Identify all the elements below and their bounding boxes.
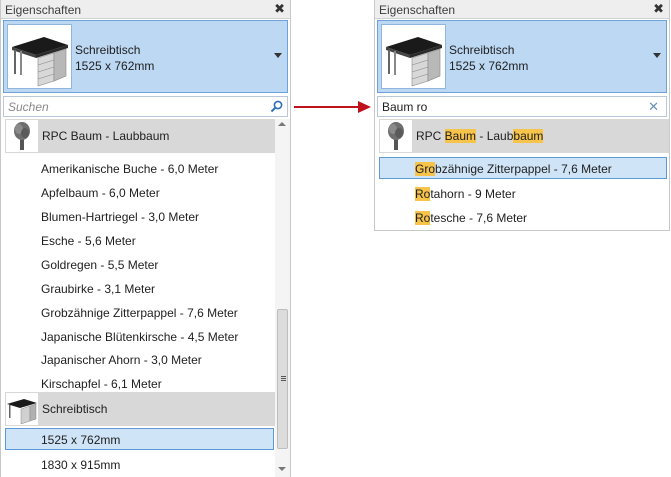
list-item[interactable]: Esche - 5,6 Meter bbox=[41, 234, 136, 248]
desk-thumbnail bbox=[7, 24, 72, 89]
list-item[interactable]: 1830 x 915mm bbox=[41, 458, 120, 472]
search-input[interactable] bbox=[382, 99, 622, 114]
group-label: RPC Baum - Laubbaum bbox=[42, 129, 170, 143]
list-item[interactable]: 1525 x 762mm bbox=[41, 433, 120, 447]
group-header-tree: RPC Baum - Laubbaum bbox=[379, 119, 669, 153]
scroll-thumb[interactable] bbox=[277, 309, 288, 449]
scroll-up-icon[interactable] bbox=[278, 122, 286, 126]
match-highlight: Baum bbox=[444, 129, 477, 143]
panel-titlebar: Eigenschaften ✖ bbox=[1, 0, 290, 19]
group-label: RPC Baum - Laubbaum bbox=[416, 129, 544, 143]
list-item[interactable]: Graubirke - 3,1 Meter bbox=[41, 282, 155, 296]
list-item[interactable]: Apfelbaum - 6,0 Meter bbox=[41, 186, 160, 200]
desk-icon bbox=[12, 37, 68, 87]
desk-thumbnail bbox=[381, 24, 446, 89]
vertical-scrollbar[interactable] bbox=[275, 119, 290, 477]
tree-thumbnail bbox=[380, 120, 412, 152]
properties-panel-right: Eigenschaften ✖ Schreibtisch 1525 x 762m… bbox=[374, 0, 670, 231]
search-input[interactable] bbox=[8, 99, 248, 114]
list-item[interactable]: Amerikanische Buche - 6,0 Meter bbox=[41, 162, 218, 176]
selector-name: Schreibtisch bbox=[449, 43, 515, 57]
properties-panel-left: Eigenschaften ✖ Schreibtisch 1525 x 762m… bbox=[0, 0, 291, 477]
arrow-right-icon bbox=[294, 101, 371, 113]
list-item[interactable]: Blumen-Hartriegel - 3,0 Meter bbox=[41, 210, 199, 224]
close-icon[interactable]: ✖ bbox=[274, 1, 285, 17]
match-highlight: Ro bbox=[415, 187, 431, 201]
list-item[interactable]: Japanischer Ahorn - 3,0 Meter bbox=[41, 353, 202, 367]
panel-title: Eigenschaften bbox=[5, 3, 82, 17]
group-header-desk: Schreibtisch bbox=[5, 392, 275, 426]
tree-thumbnail bbox=[6, 120, 38, 152]
dropdown-arrow-icon[interactable] bbox=[653, 53, 661, 58]
type-list: RPC Baum - Laubbaum Amerikanische Buche … bbox=[3, 119, 275, 477]
list-item[interactable]: Kirschapfel - 6,1 Meter bbox=[41, 377, 162, 391]
search-box[interactable]: ✕ bbox=[377, 96, 667, 117]
list-item[interactable]: Goldregen - 5,5 Meter bbox=[41, 258, 158, 272]
search-icon[interactable] bbox=[270, 100, 283, 113]
match-highlight: baum bbox=[513, 129, 544, 143]
tree-icon bbox=[14, 122, 30, 150]
desk-thumbnail-small bbox=[6, 393, 38, 425]
group-header-tree: RPC Baum - Laubbaum bbox=[5, 119, 275, 153]
close-icon[interactable]: ✖ bbox=[653, 1, 664, 17]
match-highlight: G bbox=[415, 162, 425, 176]
selector-name: Schreibtisch bbox=[75, 43, 141, 57]
list-item[interactable]: Japanische Blütenkirsche - 4,5 Meter bbox=[41, 330, 238, 344]
search-results: RPC Baum - Laubbaum Grobzähnige Zitterpa… bbox=[377, 119, 669, 229]
list-item[interactable]: Grobzähnige Zitterpappel - 7,6 Meter bbox=[41, 306, 238, 320]
dropdown-arrow-icon[interactable] bbox=[274, 53, 282, 58]
type-selector[interactable]: Schreibtisch 1525 x 762mm bbox=[3, 20, 288, 93]
panel-title: Eigenschaften bbox=[379, 3, 456, 17]
scroll-down-icon[interactable] bbox=[278, 467, 286, 471]
panel-titlebar: Eigenschaften ✖ bbox=[375, 0, 669, 19]
match-highlight: Ro bbox=[415, 211, 431, 225]
selector-size: 1525 x 762mm bbox=[75, 59, 155, 73]
desk-icon bbox=[386, 37, 442, 87]
group-label: Schreibtisch bbox=[42, 402, 108, 416]
type-selector[interactable]: Schreibtisch 1525 x 762mm bbox=[377, 20, 667, 93]
match-highlight: ro bbox=[424, 162, 436, 176]
selector-size: 1525 x 762mm bbox=[449, 59, 529, 73]
list-item[interactable]: Grobzähnige Zitterpappel - 7,6 Meter bbox=[415, 162, 612, 176]
search-box[interactable] bbox=[3, 96, 288, 117]
desk-icon bbox=[7, 399, 37, 425]
tree-icon bbox=[388, 122, 404, 150]
clear-search-icon[interactable]: ✕ bbox=[648, 99, 659, 115]
list-item[interactable]: Rotesche - 7,6 Meter bbox=[415, 211, 527, 225]
list-item[interactable]: Rotahorn - 9 Meter bbox=[415, 187, 516, 201]
